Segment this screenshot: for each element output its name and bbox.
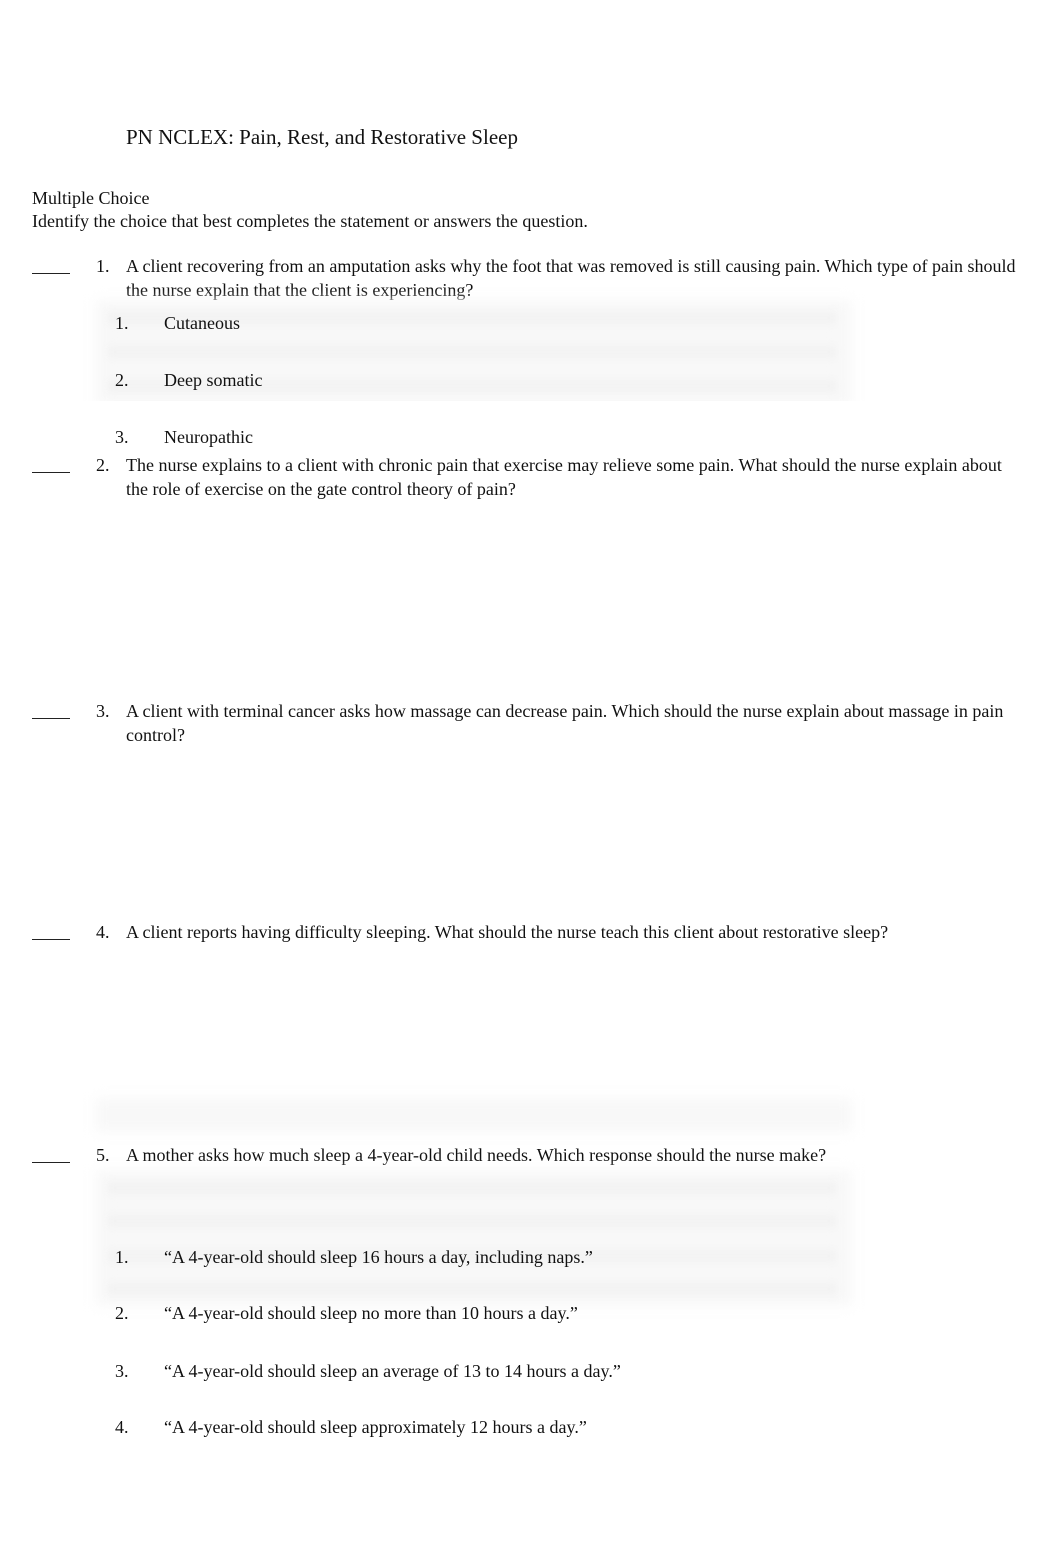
answer-option[interactable]: 2. “A 4-year-old should sleep no more th… [0,92,1062,1323]
redaction-overlay [96,1098,852,1132]
section-instructions: Identify the choice that best completes … [32,211,588,231]
option-text: “A 4-year-old should sleep approximately… [164,1417,587,1437]
redaction-stripe [108,1182,836,1194]
question-text: The nurse explains to a client with chro… [126,455,1002,499]
answer-blank[interactable] [32,939,70,940]
option-text: “A 4-year-old should sleep 16 hours a da… [164,1247,593,1267]
redaction-stripe [108,346,836,358]
option-number: 3. [115,1361,129,1381]
option-text: Neuropathic [164,427,253,447]
redaction-stripe [108,1215,836,1227]
question-number: 4. [96,922,110,942]
answer-option[interactable]: 1. Cutaneous [0,0,1062,333]
answer-blank[interactable] [32,718,70,719]
answer-blank[interactable] [32,1162,70,1163]
option-text: “A 4-year-old should sleep an average of… [164,1361,621,1381]
question-number: 5. [96,1145,110,1165]
option-number: 2. [115,1303,129,1323]
question-number: 2. [96,455,110,475]
option-text: Deep somatic [164,370,263,390]
answer-blank[interactable] [32,273,70,274]
answer-option[interactable]: 2. Deep somatic [0,23,1062,390]
answer-option[interactable]: 1. “A 4-year-old should sleep 16 hours a… [0,69,1062,1267]
question-number: 1. [96,256,110,276]
document-title: PN NCLEX: Pain, Rest, and Restorative Sl… [126,125,518,149]
question-text: A client with terminal cancer asks how m… [126,701,1004,745]
option-number: 1. [115,313,129,333]
section-heading: Multiple Choice [32,188,150,208]
question-text: A client reports having difficulty sleep… [126,922,889,942]
question-1: 1. A client recovering from an amputatio… [0,0,1062,447]
option-number: 2. [115,370,129,390]
answer-option[interactable]: 3. Neuropathic [0,46,1062,447]
option-number: 4. [115,1417,129,1437]
redaction-stripe [108,1283,836,1295]
option-number: 1. [115,1247,129,1267]
question-number: 3. [96,701,110,721]
option-text: Cutaneous [164,313,240,333]
section-header: Multiple Choice Identify the choice that… [32,187,588,233]
question-text: A client recovering from an amputation a… [126,256,1016,300]
question-text: A mother asks how much sleep a 4-year-ol… [126,1145,827,1165]
option-text: “A 4-year-old should sleep no more than … [164,1303,578,1323]
option-number: 3. [115,427,129,447]
answer-blank[interactable] [32,472,70,473]
